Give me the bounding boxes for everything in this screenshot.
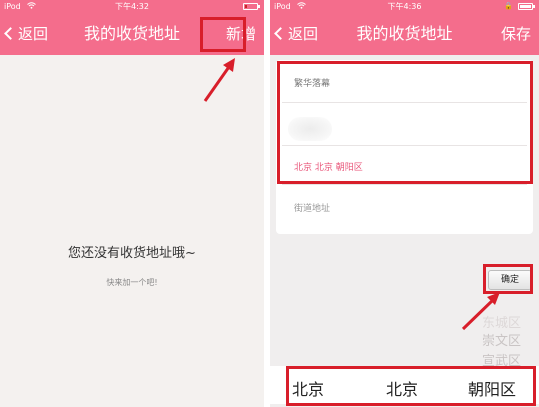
status-bar: iPod 下午4:36 🔒 xyxy=(270,0,539,13)
nav-bar: 返回 我的收货地址 保存 xyxy=(270,13,539,55)
chevron-left-icon xyxy=(4,27,17,40)
empty-state-title: 您还没有收货地址哦~ xyxy=(68,246,196,261)
street-address-input[interactable]: 街道地址 xyxy=(294,201,523,214)
battery-icon xyxy=(518,3,535,10)
highlight-box-picker xyxy=(286,366,536,406)
status-bar: iPod 下午4:32 xyxy=(0,0,264,13)
lock-icon: 🔒 xyxy=(504,2,513,10)
highlight-box-form xyxy=(277,61,533,184)
save-button[interactable]: 保存 xyxy=(501,13,531,55)
back-button[interactable]: 返回 xyxy=(4,13,49,55)
red-arrow-icon xyxy=(203,58,235,102)
red-arrow-icon xyxy=(461,292,500,331)
battery-icon xyxy=(243,3,260,10)
back-button[interactable]: 返回 xyxy=(274,13,319,55)
status-time: 下午4:32 xyxy=(115,2,149,11)
chevron-left-icon xyxy=(274,27,287,40)
back-label: 返回 xyxy=(288,25,319,43)
highlight-box-add xyxy=(200,17,246,52)
status-time: 下午4:36 xyxy=(387,2,422,11)
divider xyxy=(282,184,527,185)
back-label: 返回 xyxy=(18,25,49,43)
empty-state-subtitle: 快来加一个吧! xyxy=(106,278,158,287)
